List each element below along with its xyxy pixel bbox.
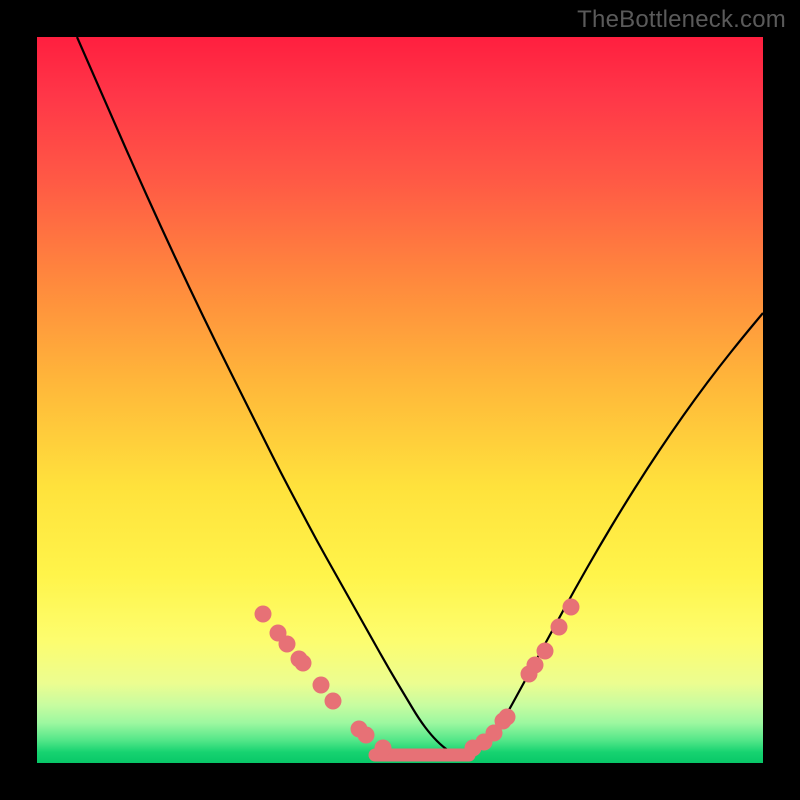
marker-group-right bbox=[465, 599, 580, 757]
chart-svg bbox=[37, 37, 763, 763]
marker-dot bbox=[325, 693, 342, 710]
marker-dot bbox=[499, 709, 516, 726]
plot-area bbox=[37, 37, 763, 763]
marker-dot bbox=[375, 740, 392, 757]
marker-dot bbox=[279, 636, 296, 653]
marker-dot bbox=[551, 619, 568, 636]
marker-dot bbox=[255, 606, 272, 623]
marker-dot bbox=[295, 655, 312, 672]
marker-dot bbox=[313, 677, 330, 694]
marker-group-left bbox=[255, 606, 392, 757]
watermark-text: TheBottleneck.com bbox=[577, 6, 786, 34]
marker-dot bbox=[537, 643, 554, 660]
chart-frame: TheBottleneck.com bbox=[0, 0, 800, 800]
marker-dot bbox=[527, 657, 544, 674]
bottleneck-curve bbox=[77, 37, 763, 755]
marker-dot bbox=[358, 727, 375, 744]
marker-dot bbox=[563, 599, 580, 616]
